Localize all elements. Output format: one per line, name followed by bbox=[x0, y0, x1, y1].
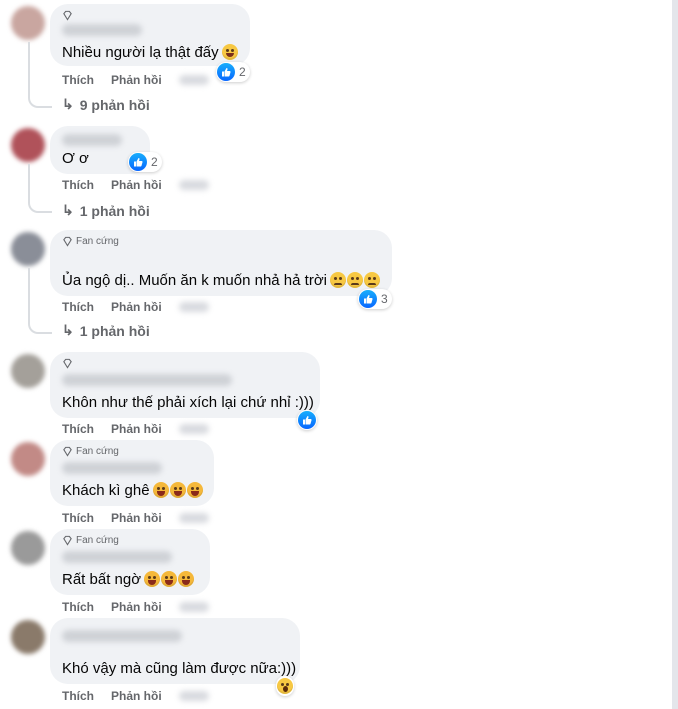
fan-badge: Fan cứng bbox=[62, 236, 119, 247]
reply-button[interactable]: Phản hồi bbox=[111, 511, 162, 525]
like-reaction-icon bbox=[129, 153, 147, 171]
timestamp-blurred[interactable] bbox=[178, 513, 209, 523]
fan-badge: Fan cứng bbox=[62, 446, 119, 457]
comment-text: Khó vậy mà cũng làm được nữa:))) bbox=[62, 660, 297, 677]
comment-bubble: Khôn như thế phải xích lại chứ nhỉ :))) bbox=[50, 352, 320, 418]
avatar[interactable] bbox=[11, 232, 45, 266]
comment-text: Nhiều người lạ thật đấy bbox=[62, 44, 238, 62]
author-name-blurred[interactable] bbox=[62, 551, 172, 563]
timestamp-blurred[interactable] bbox=[178, 602, 209, 612]
comment-text: Khôn như thế phải xích lại chứ nhỉ :))) bbox=[62, 394, 314, 411]
like-reaction-icon bbox=[217, 63, 235, 81]
timestamp-blurred[interactable] bbox=[178, 302, 209, 312]
thread-connector bbox=[28, 268, 52, 334]
reply-arrow-icon: ↳ bbox=[62, 322, 74, 338]
smile-emoji-icon bbox=[221, 44, 238, 60]
diamond-icon bbox=[63, 535, 72, 546]
like-reaction-icon bbox=[359, 290, 377, 308]
like-button[interactable]: Thích bbox=[62, 422, 94, 436]
diamond-icon bbox=[63, 446, 72, 457]
fan-badge bbox=[62, 358, 73, 369]
reply-button[interactable]: Phản hồi bbox=[111, 73, 162, 87]
reaction-summary[interactable] bbox=[276, 676, 294, 696]
joy-emoji-icon bbox=[178, 571, 195, 587]
like-button[interactable]: Thích bbox=[62, 178, 94, 192]
diamond-icon bbox=[63, 236, 72, 247]
comment-bubble: Fan cứng Ủa ngộ dị.. Muốn ăn k muốn nhả … bbox=[50, 230, 392, 296]
unamused-emoji-icon bbox=[330, 272, 346, 288]
avatar[interactable] bbox=[11, 620, 45, 654]
unamused-emoji-icon bbox=[364, 272, 380, 288]
comment-actions: Thích Phản hồi bbox=[62, 178, 209, 192]
comment-actions: Thích Phản hồi bbox=[62, 422, 209, 436]
fan-badge bbox=[62, 10, 73, 21]
view-replies-button[interactable]: ↳ 9 phản hồi bbox=[62, 96, 150, 113]
comment-text: Khách kì ghê bbox=[62, 482, 203, 500]
thread-connector bbox=[28, 42, 52, 108]
joy-emoji-icon bbox=[144, 571, 161, 587]
reply-button[interactable]: Phản hồi bbox=[111, 689, 162, 703]
reply-button[interactable]: Phản hồi bbox=[111, 300, 162, 314]
reaction-summary[interactable]: 2 bbox=[128, 152, 162, 172]
like-button[interactable]: Thích bbox=[62, 73, 94, 87]
reaction-summary[interactable]: 2 bbox=[216, 62, 250, 82]
rofl-emoji-icon bbox=[169, 482, 186, 498]
diamond-icon bbox=[63, 358, 72, 369]
author-name-blurred[interactable] bbox=[62, 374, 232, 386]
unamused-emoji-icon bbox=[347, 272, 363, 288]
comment-bubble: Nhiều người lạ thật đấy bbox=[50, 4, 250, 66]
timestamp-blurred[interactable] bbox=[178, 691, 209, 701]
comment-text: Rất bất ngờ bbox=[62, 571, 195, 589]
reaction-summary[interactable] bbox=[297, 410, 317, 430]
comment-actions: Thích Phản hồi bbox=[62, 689, 209, 703]
comment-bubble: Fan cứng Rất bất ngờ bbox=[50, 529, 210, 595]
author-name-blurred[interactable] bbox=[62, 24, 142, 36]
rofl-emoji-icon bbox=[152, 482, 169, 498]
thread-connector bbox=[28, 164, 52, 213]
comment-text: Ơ ơ bbox=[62, 150, 89, 167]
joy-emoji-icon bbox=[161, 571, 178, 587]
avatar[interactable] bbox=[11, 531, 45, 565]
reply-button[interactable]: Phản hồi bbox=[111, 422, 162, 436]
comment-text: Ủa ngộ dị.. Muốn ăn k muốn nhả hả trời bbox=[62, 272, 380, 290]
rofl-emoji-icon bbox=[186, 482, 203, 498]
like-button[interactable]: Thích bbox=[62, 511, 94, 525]
like-button[interactable]: Thích bbox=[62, 600, 94, 614]
reaction-summary[interactable]: 3 bbox=[358, 289, 392, 309]
window-edge bbox=[672, 0, 678, 709]
like-button[interactable]: Thích bbox=[62, 689, 94, 703]
author-name-blurred[interactable] bbox=[62, 630, 182, 642]
avatar[interactable] bbox=[11, 128, 45, 162]
reply-arrow-icon: ↳ bbox=[62, 202, 74, 218]
view-replies-button[interactable]: ↳ 1 phản hồi bbox=[62, 202, 150, 219]
avatar[interactable] bbox=[11, 6, 45, 40]
comment-bubble: Khó vậy mà cũng làm được nữa:))) bbox=[50, 618, 300, 684]
timestamp-blurred[interactable] bbox=[178, 180, 209, 190]
comment-actions: Thích Phản hồi bbox=[62, 73, 209, 87]
wow-reaction-icon bbox=[277, 678, 293, 694]
timestamp-blurred[interactable] bbox=[178, 424, 209, 434]
view-replies-button[interactable]: ↳ 1 phản hồi bbox=[62, 322, 150, 339]
fan-badge: Fan cứng bbox=[62, 535, 119, 546]
like-button[interactable]: Thích bbox=[62, 300, 94, 314]
comment-actions: Thích Phản hồi bbox=[62, 600, 209, 614]
author-name-blurred[interactable] bbox=[62, 462, 162, 474]
reply-button[interactable]: Phản hồi bbox=[111, 600, 162, 614]
timestamp-blurred[interactable] bbox=[178, 75, 209, 85]
reply-button[interactable]: Phản hồi bbox=[111, 178, 162, 192]
avatar[interactable] bbox=[11, 442, 45, 476]
reply-arrow-icon: ↳ bbox=[62, 96, 74, 112]
comment-actions: Thích Phản hồi bbox=[62, 300, 209, 314]
diamond-icon bbox=[63, 10, 72, 21]
comment-actions: Thích Phản hồi bbox=[62, 511, 209, 525]
avatar[interactable] bbox=[11, 354, 45, 388]
comment-bubble: Fan cứng Khách kì ghê bbox=[50, 440, 214, 506]
like-reaction-icon bbox=[298, 411, 316, 429]
author-name-blurred[interactable] bbox=[62, 134, 122, 146]
